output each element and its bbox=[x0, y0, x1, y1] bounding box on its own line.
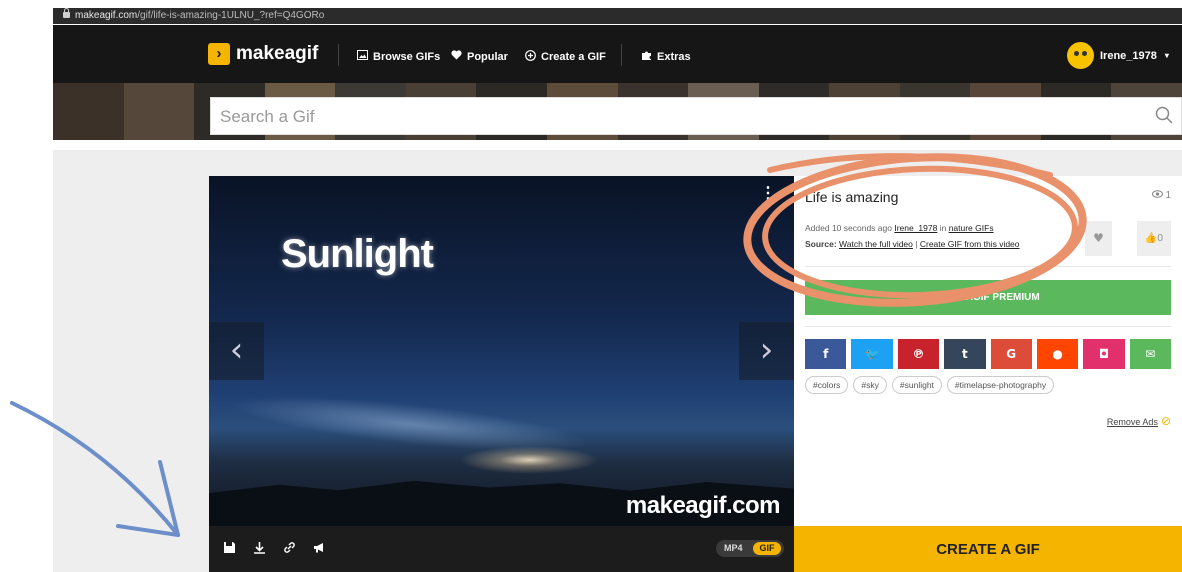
source-label: Source: bbox=[805, 239, 837, 249]
page: makeagif.com/gif/life-is-amazing-1ULNU_?… bbox=[0, 0, 1182, 572]
nav-extras[interactable]: Extras bbox=[641, 50, 691, 64]
search-icon[interactable] bbox=[1155, 106, 1173, 124]
author-link[interactable]: Irene_1978 bbox=[894, 223, 937, 233]
twitter-icon: 🐦 bbox=[864, 347, 880, 361]
next-gif-button[interactable]: › bbox=[739, 322, 794, 380]
nav-browse-gifs[interactable]: Browse GIFs bbox=[357, 50, 440, 63]
remove-ads-label: Remove Ads bbox=[1106, 417, 1158, 427]
plus-circle-icon bbox=[525, 50, 536, 64]
nav-create-gif[interactable]: Create a GIF bbox=[525, 50, 606, 64]
megaphone-icon[interactable] bbox=[313, 541, 326, 558]
format-gif[interactable]: GIF bbox=[753, 542, 781, 555]
nav-popular[interactable]: Popular bbox=[451, 50, 508, 63]
nav-popular-label: Popular bbox=[467, 50, 508, 63]
tag-chip[interactable]: #sunlight bbox=[891, 376, 942, 394]
navbar: › makeagif Browse GIFs Popular Create a … bbox=[53, 25, 1182, 83]
logo-mark-icon: › bbox=[208, 43, 230, 65]
heart-icon bbox=[451, 50, 462, 63]
address-bar[interactable]: makeagif.com/gif/life-is-amazing-1ULNU_?… bbox=[53, 8, 1182, 24]
like-button[interactable]: 👍0 bbox=[1137, 221, 1171, 256]
gif-image: Sunlight makeagif.com bbox=[209, 176, 794, 526]
tag-chip[interactable]: #sky bbox=[853, 376, 887, 394]
previous-gif-button[interactable]: ‹ bbox=[209, 322, 264, 380]
gif-title: Life is amazing bbox=[805, 189, 899, 205]
category-link[interactable]: nature GIFs bbox=[949, 223, 994, 233]
premium-button[interactable]: MAKEAGIF PREMIUM bbox=[805, 280, 1171, 315]
added-text: Added 10 seconds ago bbox=[805, 223, 895, 233]
format-toggle[interactable]: MP4 GIF bbox=[716, 540, 784, 557]
email-icon: ✉ bbox=[1145, 347, 1156, 361]
gif-details-panel: Life is amazing 1 Added 10 seconds ago I… bbox=[794, 176, 1182, 572]
avatar bbox=[1067, 42, 1094, 69]
favorite-button[interactable]: ♥ bbox=[1085, 221, 1112, 256]
nav-create-gif-label: Create a GIF bbox=[541, 51, 606, 63]
gif-toolbar: MP4 GIF bbox=[209, 526, 794, 572]
reddit-share-button[interactable]: ● bbox=[1036, 339, 1079, 369]
nav-divider bbox=[621, 44, 622, 66]
chevron-left-icon: ‹ bbox=[229, 330, 244, 370]
eye-icon bbox=[1151, 190, 1163, 198]
search-bar[interactable]: Search a Gif bbox=[210, 97, 1182, 135]
site-logo[interactable]: › makeagif bbox=[208, 43, 318, 65]
download-icon[interactable] bbox=[253, 541, 266, 558]
url-host: makeagif.com bbox=[75, 10, 138, 21]
nav-browse-gifs-label: Browse GIFs bbox=[373, 50, 441, 63]
url-path: /gif/life-is-amazing-1ULNU_?ref=Q4GORo bbox=[137, 10, 325, 21]
image-icon bbox=[357, 50, 368, 63]
create-gif-button[interactable]: CREATE A GIF bbox=[794, 526, 1182, 572]
save-icon[interactable] bbox=[223, 541, 236, 558]
nav-divider bbox=[338, 44, 339, 66]
share-buttons: f 🐦 ℗ t G ● ◘ ✉ bbox=[805, 339, 1171, 369]
tag-chip[interactable]: #colors bbox=[805, 376, 849, 394]
google-share-button[interactable]: G bbox=[990, 339, 1032, 369]
email-share-button[interactable]: ✉ bbox=[1129, 339, 1171, 369]
chevron-right-icon: › bbox=[759, 330, 774, 370]
tag-list: #colors #sky #sunlight #timelapse-photog… bbox=[805, 376, 1055, 394]
user-menu[interactable]: Irene_1978 ▾ bbox=[1067, 42, 1169, 69]
tumblr-icon: t bbox=[961, 347, 968, 361]
puzzle-icon bbox=[641, 50, 652, 64]
tumblr-share-button[interactable]: t bbox=[944, 339, 986, 369]
format-mp4[interactable]: MP4 bbox=[724, 540, 743, 557]
search-input[interactable]: Search a Gif bbox=[220, 107, 315, 127]
twitter-share-button[interactable]: 🐦 bbox=[851, 339, 893, 369]
tag-chip[interactable]: #timelapse-photography bbox=[946, 376, 1055, 394]
heart-icon: ♥ bbox=[1093, 231, 1104, 245]
lock-icon bbox=[63, 8, 70, 18]
thumbs-up-icon: 👍 bbox=[1144, 233, 1158, 244]
added-in-text: in bbox=[937, 223, 949, 233]
nav-extras-label: Extras bbox=[657, 51, 691, 63]
view-count-value: 1 bbox=[1165, 190, 1171, 201]
no-entry-icon: ⊘ bbox=[1160, 414, 1171, 428]
divider bbox=[805, 326, 1171, 327]
google-icon: G bbox=[1006, 347, 1017, 361]
reddit-icon: ● bbox=[1052, 347, 1063, 361]
remove-ads-link[interactable]: Remove Ads ⊘ bbox=[1107, 414, 1171, 428]
pinterest-icon: ℗ bbox=[912, 347, 925, 361]
instagram-share-button[interactable]: ◘ bbox=[1083, 339, 1125, 369]
facebook-icon: f bbox=[823, 347, 829, 361]
more-options-icon[interactable]: ⋮ bbox=[760, 186, 776, 202]
facebook-share-button[interactable]: f bbox=[805, 339, 847, 369]
view-count: 1 bbox=[1151, 190, 1171, 201]
divider bbox=[805, 266, 1171, 267]
pinterest-share-button[interactable]: ℗ bbox=[897, 339, 940, 369]
added-info: Added 10 seconds ago Irene_1978 in natur… bbox=[805, 223, 994, 233]
chevron-down-icon: ▾ bbox=[1164, 51, 1169, 60]
horizon-glow bbox=[459, 446, 599, 474]
create-gif-from-video-link[interactable]: Create GIF from this video bbox=[920, 239, 1020, 249]
gif-watermark: makeagif.com bbox=[625, 492, 781, 519]
source-separator: | bbox=[912, 239, 920, 249]
username: Irene_1978 bbox=[1100, 49, 1157, 62]
logo-text: makeagif bbox=[236, 43, 319, 64]
gif-viewer[interactable]: Sunlight makeagif.com ‹ › ⋮ MP4 GIF bbox=[209, 176, 794, 572]
instagram-icon: ◘ bbox=[1098, 347, 1109, 361]
source-info: Source: Watch the full video | Create GI… bbox=[805, 239, 1020, 249]
like-count: 0 bbox=[1157, 233, 1164, 244]
link-icon[interactable] bbox=[283, 541, 296, 558]
watch-full-video-link[interactable]: Watch the full video bbox=[839, 239, 913, 249]
gif-overlay-title: Sunlight bbox=[281, 232, 434, 276]
